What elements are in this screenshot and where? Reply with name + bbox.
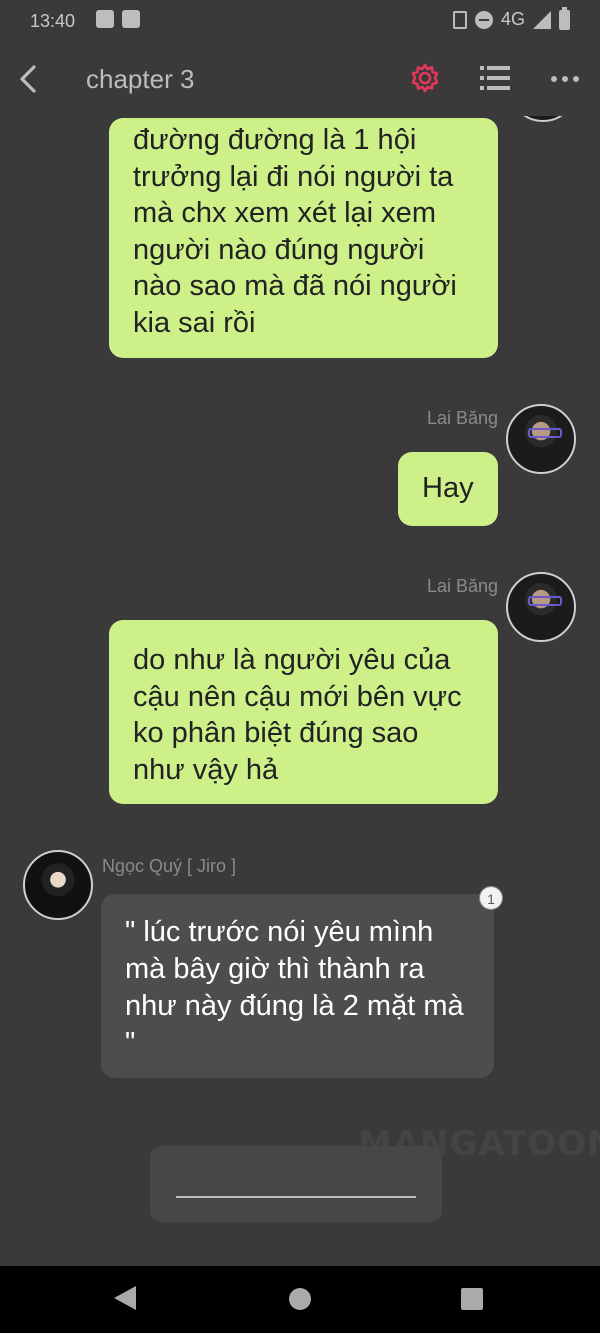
- sender-name: Ngọc Quý [ Jiro ]: [102, 856, 237, 876]
- avatar: [23, 850, 93, 920]
- message-bubble: đường đường là 1 hội trưởng lại đi nói n…: [109, 118, 498, 358]
- nav-recents-icon[interactable]: [461, 1288, 483, 1310]
- comment-count-badge[interactable]: 1: [479, 886, 503, 910]
- network-type: 4G: [500, 9, 525, 29]
- gear-icon: [411, 63, 439, 93]
- chapter-list-button[interactable]: [480, 64, 510, 92]
- signal-icon: [533, 10, 551, 29]
- nav-home-icon[interactable]: [289, 1288, 311, 1310]
- zalo-notification-icon: [96, 10, 114, 28]
- status-time: 13:40: [30, 11, 76, 31]
- more-options-button[interactable]: [550, 72, 580, 84]
- nav-back-icon[interactable]: [114, 1286, 136, 1310]
- sim-notification-icon: [122, 10, 140, 28]
- vibrate-icon: [452, 10, 467, 29]
- settings-button[interactable]: [409, 62, 441, 94]
- continue-input-box[interactable]: [150, 1146, 442, 1222]
- avatar: [506, 404, 576, 474]
- battery-icon: [559, 6, 570, 30]
- message-bubble: " lúc trước nói yêu mình mà bây giờ thì …: [101, 894, 494, 1078]
- input-underline: [176, 1196, 416, 1198]
- message-bubble: do như là người yêu của cậu nên cậu mới …: [109, 620, 498, 804]
- sender-name: Lai Băng: [426, 408, 498, 428]
- message-bubble: Hay: [398, 452, 498, 526]
- back-arrow-icon: [20, 65, 36, 93]
- system-nav-bar: [0, 1266, 600, 1333]
- page-title: chapter 3: [86, 64, 195, 94]
- chat-area[interactable]: đường đường là 1 hội trưởng lại đi nói n…: [0, 116, 600, 1266]
- avatar: [506, 572, 576, 642]
- back-button[interactable]: [14, 62, 44, 96]
- sender-name: Lai Băng: [426, 576, 498, 596]
- list-icon: [480, 66, 510, 90]
- toolbar: chapter 3: [0, 44, 600, 116]
- do-not-disturb-icon: [474, 10, 493, 29]
- more-dots-icon: [551, 76, 579, 82]
- avatar: [508, 116, 578, 122]
- status-bar: 13:40 4G: [0, 0, 600, 44]
